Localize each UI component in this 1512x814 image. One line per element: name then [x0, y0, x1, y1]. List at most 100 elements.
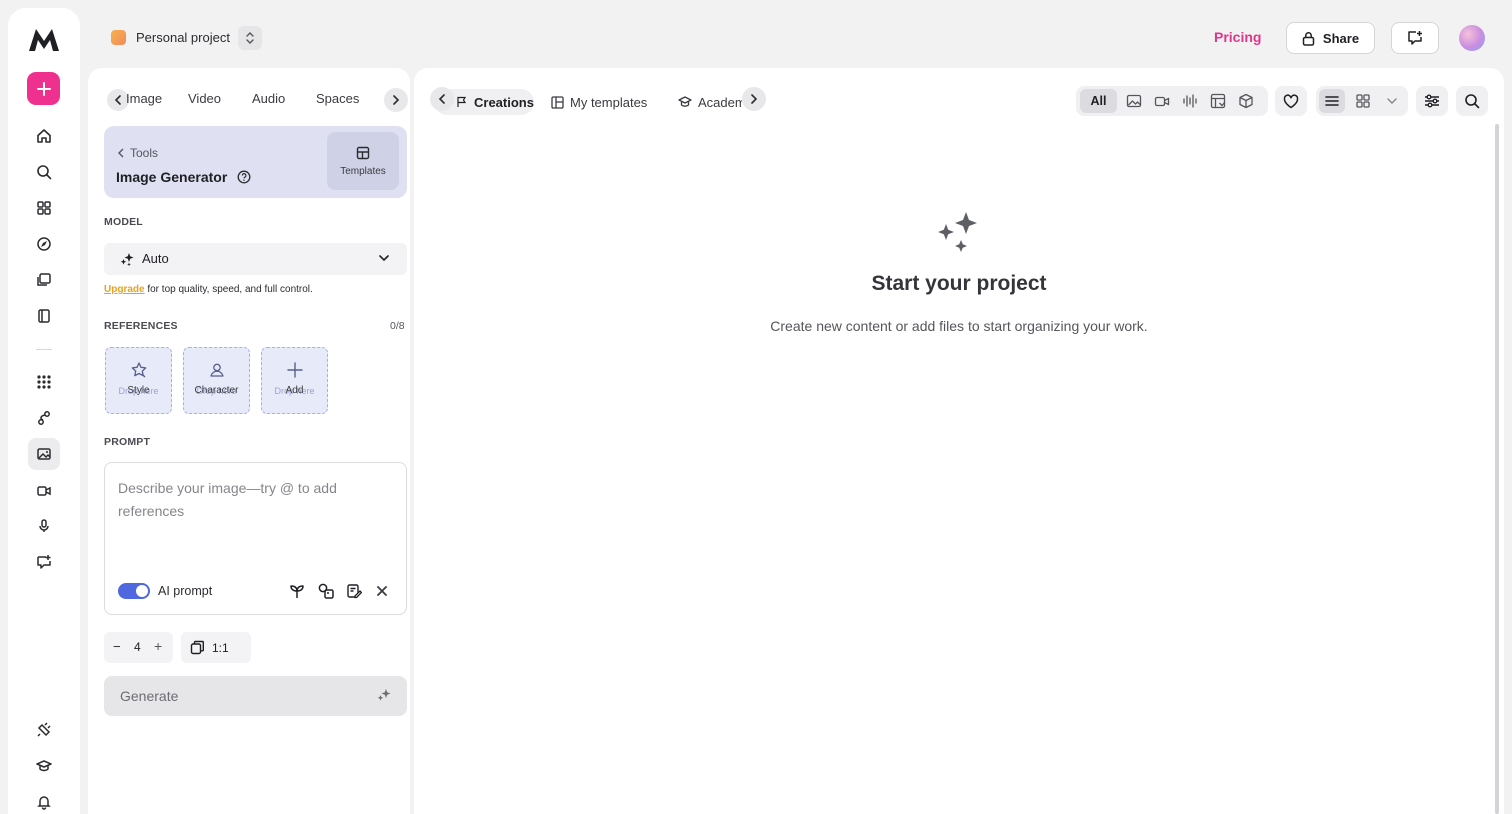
search-button[interactable]	[1456, 86, 1488, 116]
enhance-prompt-button[interactable]	[287, 581, 307, 601]
close-icon	[377, 586, 387, 596]
aspect-ratio-icon	[190, 640, 204, 655]
book-icon[interactable]	[28, 300, 60, 332]
empty-state-title: Start your project	[871, 272, 1047, 295]
project-name[interactable]: Personal project	[136, 30, 230, 45]
tab-audio[interactable]: Audio	[252, 91, 285, 106]
list-icon	[1325, 96, 1339, 106]
aspect-ratio-button[interactable]: 1:1	[181, 632, 251, 663]
grid-icon	[1356, 94, 1370, 108]
breadcrumb[interactable]: Tools	[118, 146, 158, 160]
tab-image[interactable]: Image	[126, 91, 162, 106]
search-icon[interactable]	[28, 156, 60, 188]
model-select[interactable]: Auto	[104, 243, 407, 275]
edit-prompt-button[interactable]	[344, 581, 364, 601]
character-icon	[210, 363, 224, 377]
create-button[interactable]	[27, 72, 60, 105]
search-icon	[1465, 94, 1480, 109]
project-switcher-button[interactable]	[238, 26, 262, 50]
reference-add-slot[interactable]: Drop here Add	[261, 347, 328, 414]
layout-icon	[356, 146, 370, 159]
upgrade-link[interactable]: Upgrade	[104, 284, 145, 295]
prompt-section-label: PROMPT	[104, 436, 151, 448]
ai-prompt-toggle[interactable]	[118, 583, 150, 599]
increment-button[interactable]: +	[154, 638, 162, 654]
sliders-icon	[1425, 94, 1439, 108]
grid-icon[interactable]	[28, 366, 60, 398]
sparkle-icon	[377, 689, 391, 701]
cube-icon[interactable]	[1238, 93, 1254, 109]
top-bar: Personal project Pricing Share	[88, 8, 1504, 68]
video-icon[interactable]	[28, 474, 60, 506]
grid-view-button[interactable]	[1350, 89, 1376, 113]
academy-icon	[678, 96, 692, 107]
templates-button[interactable]: Templates	[327, 132, 399, 190]
view-options-dropdown[interactable]	[1380, 89, 1404, 113]
feedback-button[interactable]	[1391, 22, 1439, 54]
main-tabs-scroll-right-button[interactable]	[742, 87, 766, 111]
academy-icon[interactable]	[28, 750, 60, 782]
chevron-down-icon	[379, 255, 389, 262]
feedback-icon[interactable]	[28, 546, 60, 578]
aspect-ratio-value: 1:1	[212, 641, 229, 655]
prompt-placeholder: Describe your image—try @ to add referen…	[118, 480, 337, 519]
plugin-icon[interactable]	[28, 714, 60, 746]
edit-list-icon	[347, 584, 362, 599]
tab-my-templates-label: My templates	[570, 94, 648, 110]
ai-prompt-label: AI prompt	[158, 584, 213, 598]
tool-header-card: Tools Image Generator Templates	[104, 126, 407, 198]
media-filter-group: All	[1076, 86, 1268, 116]
model-value: Auto	[142, 251, 169, 266]
share-button[interactable]: Share	[1286, 22, 1375, 54]
filters-button[interactable]	[1416, 86, 1448, 116]
list-view-button[interactable]	[1319, 89, 1345, 113]
rail-divider	[36, 349, 52, 350]
chevron-right-icon	[393, 95, 400, 105]
avatar[interactable]	[1459, 25, 1485, 51]
favorites-button[interactable]	[1275, 86, 1307, 116]
tab-academy[interactable]: Academy	[678, 89, 742, 115]
decrement-button[interactable]: −	[113, 639, 121, 654]
main-tabs-scroll-left-button[interactable]	[430, 87, 454, 111]
tab-my-templates[interactable]: My templates	[551, 89, 647, 115]
lock-icon	[1302, 31, 1315, 46]
chevron-down-icon	[1387, 97, 1397, 104]
scrollbar[interactable]	[1495, 124, 1499, 814]
references-count: 0/8	[390, 320, 405, 332]
microphone-icon[interactable]	[28, 510, 60, 542]
prompt-input[interactable]: Describe your image—try @ to add referen…	[104, 462, 407, 615]
pricing-link[interactable]: Pricing	[1214, 29, 1261, 45]
library-icon[interactable]	[28, 264, 60, 296]
apps-icon[interactable]	[28, 192, 60, 224]
tabs-scroll-right-button[interactable]	[384, 88, 408, 112]
layout-icon	[551, 95, 564, 109]
reference-style-label: Style	[127, 385, 150, 396]
image-to-prompt-button[interactable]	[316, 581, 336, 601]
image-count-value: 4	[134, 640, 141, 654]
references-section-label: REFERENCES	[104, 320, 178, 332]
bell-icon[interactable]	[28, 786, 60, 814]
video-icon[interactable]	[1154, 93, 1170, 109]
help-icon	[237, 170, 251, 184]
compass-icon[interactable]	[28, 228, 60, 260]
image-count-stepper[interactable]: − 4 +	[104, 632, 173, 663]
tab-video[interactable]: Video	[188, 91, 221, 106]
generate-button[interactable]: Generate	[104, 676, 407, 716]
logo[interactable]	[26, 22, 62, 58]
image-icon[interactable]	[28, 438, 60, 470]
home-icon[interactable]	[28, 120, 60, 152]
filter-all-button[interactable]: All	[1080, 89, 1117, 113]
upgrade-text: for top quality, speed, and full control…	[144, 284, 313, 295]
chevron-left-icon	[438, 94, 445, 104]
nodes-icon[interactable]	[28, 402, 60, 434]
audio-icon[interactable]	[1182, 93, 1198, 109]
image-icon[interactable]	[1126, 93, 1142, 109]
tab-spaces[interactable]: Spaces	[316, 91, 359, 106]
reference-character-slot[interactable]: Drop here Character	[183, 347, 250, 414]
left-rail	[8, 8, 80, 814]
reference-style-slot[interactable]: Drop here Style	[105, 347, 172, 414]
clear-prompt-button[interactable]	[372, 581, 392, 601]
tool-title-text: Image Generator	[116, 169, 228, 185]
board-icon[interactable]	[1210, 93, 1226, 109]
empty-state-subtitle: Create new content or add files to start…	[770, 318, 1148, 334]
